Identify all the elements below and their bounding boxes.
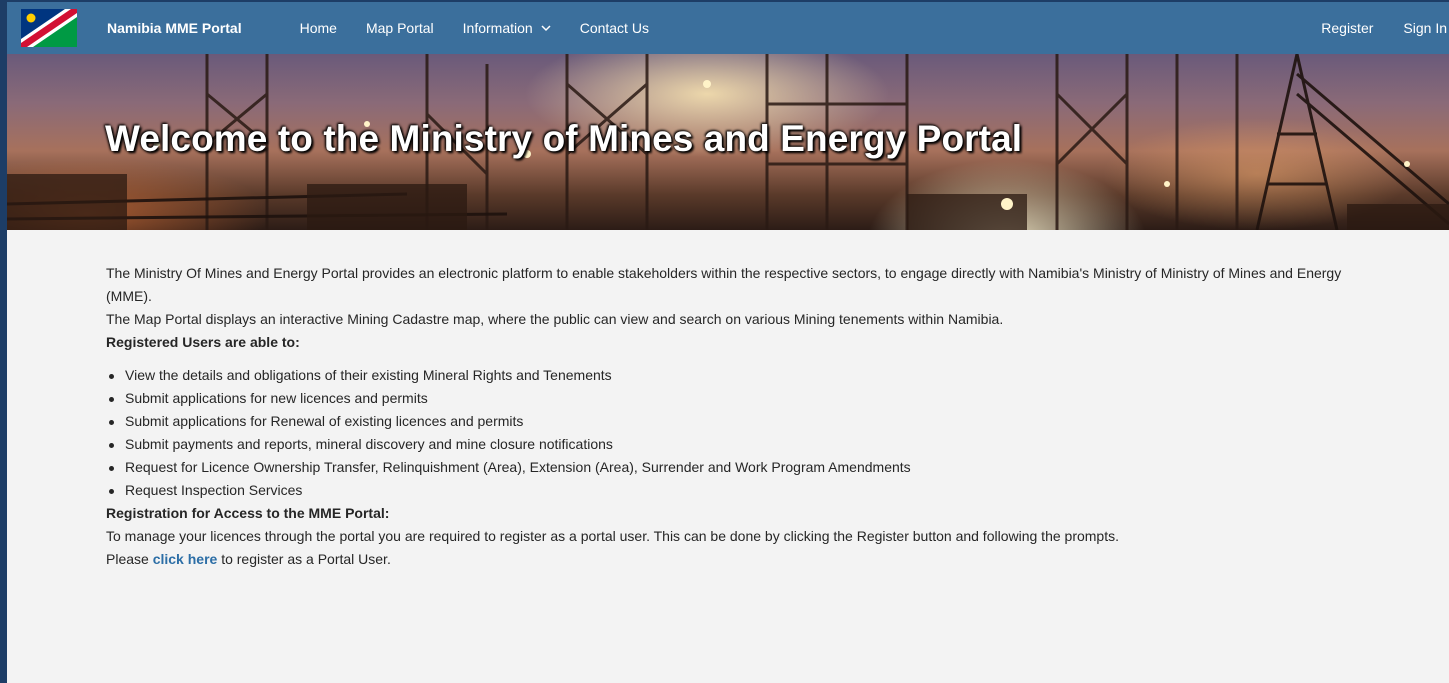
list-item: View the details and obligations of thei… [106, 364, 1449, 387]
intro-text: The Ministry Of Mines and Energy Portal … [106, 262, 1356, 331]
register-link[interactable]: Register [1321, 20, 1373, 36]
hero-title: Welcome to the Ministry of Mines and Ene… [105, 118, 1023, 159]
main-content: The Ministry Of Mines and Energy Portal … [7, 230, 1449, 571]
hero-banner: Welcome to the Ministry of Mines and Ene… [7, 54, 1449, 230]
list-item: Submit applications for Renewal of exist… [106, 410, 1449, 433]
account-nav: Register Sign In [1291, 2, 1449, 54]
namibia-flag-icon[interactable] [21, 9, 77, 47]
register-prompt: Please click here to register as a Porta… [106, 548, 1449, 571]
list-item: Request for Licence Ownership Transfer, … [106, 456, 1449, 479]
list-item: Submit applications for new licences and… [106, 387, 1449, 410]
map-portal-paragraph: The Map Portal displays an interactive M… [106, 311, 1004, 327]
chevron-down-icon [541, 25, 551, 32]
register-prompt-suffix: to register as a Portal User. [217, 551, 391, 567]
register-prompt-prefix: Please [106, 551, 153, 567]
top-navbar: Namibia MME Portal Home Map Portal Infor… [7, 2, 1449, 54]
click-here-link[interactable]: click here [153, 551, 218, 567]
main-nav: Home Map Portal Information Contact Us [300, 20, 678, 36]
registration-text: To manage your licences through the port… [106, 528, 1119, 544]
list-item: Request Inspection Services [106, 479, 1449, 502]
nav-information-dropdown[interactable]: Information [463, 20, 551, 36]
registered-users-heading: Registered Users are able to: [106, 334, 300, 350]
nav-home[interactable]: Home [300, 20, 337, 36]
page-frame: Namibia MME Portal Home Map Portal Infor… [0, 0, 1449, 683]
nav-information-label: Information [462, 20, 533, 36]
intro-paragraph: The Ministry Of Mines and Energy Portal … [106, 265, 1342, 304]
registered-users-list: View the details and obligations of thei… [106, 364, 1449, 502]
brand-title[interactable]: Namibia MME Portal [107, 20, 242, 36]
registration-heading: Registration for Access to the MME Porta… [106, 505, 390, 521]
sign-in-link[interactable]: Sign In [1403, 20, 1447, 36]
nav-contact-us[interactable]: Contact Us [580, 20, 649, 36]
nav-map-portal[interactable]: Map Portal [366, 20, 434, 36]
list-item: Submit payments and reports, mineral dis… [106, 433, 1449, 456]
